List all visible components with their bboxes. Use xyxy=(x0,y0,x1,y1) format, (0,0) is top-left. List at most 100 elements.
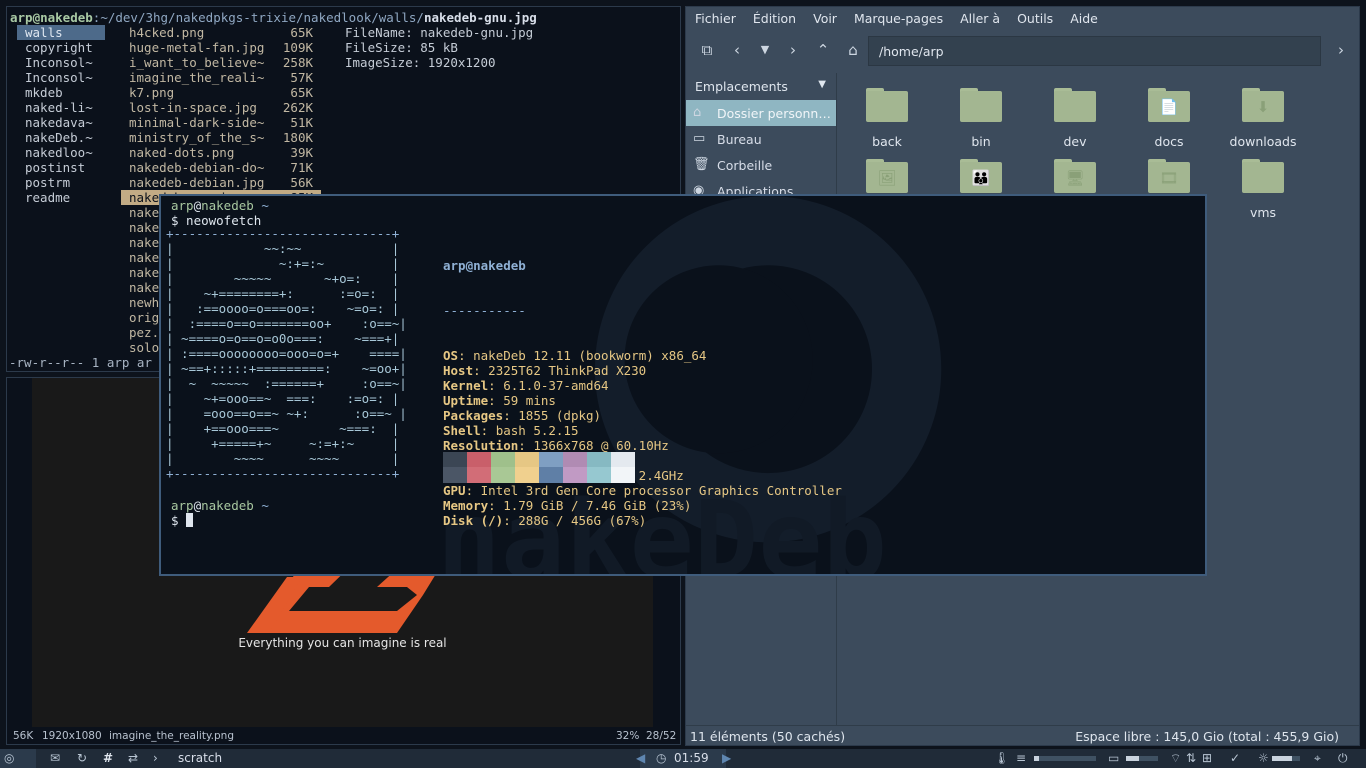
clock-time[interactable]: 01:59 xyxy=(674,750,709,767)
prompt-host: nakedeb xyxy=(201,198,254,213)
sysinfo-colon: : xyxy=(488,378,504,393)
ranger-file-item[interactable]: minimal-dark-side~ 51K xyxy=(121,115,321,130)
ranger-file-item[interactable]: nakedeb-debian.jpg 56K xyxy=(121,175,321,190)
ranger-file-name: nakedeb-debian.jpg xyxy=(129,175,265,190)
sysinfo-colon: : xyxy=(488,498,504,513)
sidebar-item[interactable]: ⌂ Dossier personn… xyxy=(686,100,836,126)
ranger-file-item[interactable]: naked-dots.png 39K xyxy=(121,145,321,160)
clock-icon: ◷ xyxy=(656,751,667,765)
sysinfo-value: bash 5.2.15 xyxy=(495,423,579,438)
menu-item[interactable]: Outils xyxy=(1017,7,1061,31)
ranger-parent-item[interactable]: Inconsol~ xyxy=(17,70,105,85)
ranger-parent-item[interactable]: nakedava~ xyxy=(17,115,105,130)
ranger-file-item[interactable]: i_want_to_believe~ 258K xyxy=(121,55,321,70)
ranger-parent-column[interactable]: walls copyright Inconsol~ Inconsol~ mkdeb nak… xyxy=(17,25,105,205)
sysinfo-key: Shell xyxy=(443,423,481,438)
sysinfo-colon: : xyxy=(480,423,496,438)
sidebar-item[interactable]: 🗑 Corbeille xyxy=(686,152,836,178)
palette-swatch xyxy=(467,467,491,483)
sysinfo-key: Memory xyxy=(443,498,489,513)
go-icon[interactable]: › xyxy=(1330,39,1352,61)
workspace-name[interactable]: scratch xyxy=(178,750,222,767)
menu-item[interactable]: Marque-pages xyxy=(854,7,951,31)
power-icon[interactable]: ⏻ xyxy=(1338,750,1348,767)
prompt-line-1: arp@nakedeb ~ xyxy=(171,198,269,213)
ranger-file-item[interactable]: ministry_of_the_s~ 180K xyxy=(121,130,321,145)
folder-item[interactable]: vms xyxy=(1223,159,1303,220)
forward-icon[interactable]: › xyxy=(782,39,804,61)
folder-emblem-icon: ⬇ xyxy=(1256,98,1270,116)
sysinfo-colon: : xyxy=(465,483,481,498)
brightness-bar[interactable] xyxy=(1272,756,1300,761)
ranger-parent-item[interactable]: walls xyxy=(17,25,105,40)
sysinfo-value: Intel 3rd Gen Core processor Graphics Co… xyxy=(480,483,842,498)
ranger-file-size: 109K xyxy=(282,40,313,55)
folder-item[interactable]: bin xyxy=(941,88,1021,149)
terminal-window[interactable]: nakeDeb arp@nakedeb ~ $ neowofetch +----… xyxy=(159,194,1207,576)
color-palette xyxy=(443,452,635,483)
ranger-parent-item[interactable]: mkdeb xyxy=(17,85,105,100)
ascii-logo: +-----------------------------+ | ~~:~~ |… xyxy=(166,226,407,481)
ranger-parent-item[interactable]: nakeDeb.~ xyxy=(17,130,105,145)
ranger-file-item[interactable]: k7.png 65K xyxy=(121,85,321,100)
ranger-file-name: lost-in-space.jpg xyxy=(129,100,257,115)
folder-item[interactable]: ⬇ downloads xyxy=(1223,88,1303,149)
ranger-file-item[interactable]: imagine_the_reali~ 57K xyxy=(121,70,321,85)
back-icon[interactable]: ‹ xyxy=(726,39,748,61)
ranger-parent-item[interactable]: postinst xyxy=(17,160,105,175)
sidebar-header[interactable]: Emplacements ▼ xyxy=(686,73,836,100)
arrow-right-icon: ▶ xyxy=(722,751,732,765)
folder-item[interactable]: back xyxy=(847,88,927,149)
network-icon[interactable]: ⇅ xyxy=(1186,750,1196,767)
ascii-line: | :====oooooooo=ooo=o=+ ====| xyxy=(166,346,407,361)
menu-item[interactable]: Aller à xyxy=(960,7,1008,31)
shuffle-icon[interactable]: ⇄ xyxy=(128,750,138,767)
check-icon[interactable]: ✓ xyxy=(1230,750,1240,767)
mail-icon[interactable]: ✉ xyxy=(50,750,60,767)
ranger-parent-item[interactable]: Inconsol~ xyxy=(17,55,105,70)
ranger-file-size: 71K xyxy=(290,160,313,175)
sidebar-item-label: Bureau xyxy=(717,132,762,147)
sysinfo-key: Disk (/) xyxy=(443,513,504,528)
sysinfo-value: 1855 (dpkg) xyxy=(518,408,602,423)
viewer-status-dims: 1920x1080 xyxy=(42,730,102,742)
ranger-parent-item[interactable]: copyright xyxy=(17,40,105,55)
home-icon[interactable]: ⌂ xyxy=(842,39,864,61)
ranger-file-item[interactable]: h4cked.png 65K xyxy=(121,25,321,40)
menu-item[interactable]: Voir xyxy=(813,7,845,31)
sysinfo-value: 1.79 GiB / 7.46 GiB (23%) xyxy=(503,498,692,513)
folder-item[interactable]: dev xyxy=(1035,88,1115,149)
refresh-icon[interactable]: ↻ xyxy=(77,750,87,767)
brightness-icon[interactable]: ☼ xyxy=(1258,750,1269,767)
sidebar-item[interactable]: ▭ Bureau xyxy=(686,126,836,152)
folder-item[interactable]: 📄 docs xyxy=(1129,88,1209,149)
folder-body xyxy=(1054,91,1096,122)
hash-icon[interactable]: # xyxy=(103,750,113,767)
location-bar[interactable]: /home/arp xyxy=(868,36,1321,66)
prompt-dir: ~ xyxy=(261,498,269,513)
debian-swirl-icon[interactable]: ◎ xyxy=(4,750,14,767)
menu-item[interactable]: Édition xyxy=(753,7,804,31)
folder-icon: 👪 xyxy=(960,159,1002,193)
ranger-file-item[interactable]: nakedeb-debian-do~ 71K xyxy=(121,160,321,175)
input-line[interactable]: $ xyxy=(171,513,194,528)
menu-item[interactable]: Aide xyxy=(1070,7,1106,31)
menu-item[interactable]: Fichier xyxy=(695,7,744,31)
ranger-file-size: 262K xyxy=(282,100,313,115)
parent-folder-icon[interactable]: ⌃ xyxy=(812,39,834,61)
viewer-status-zoom: 32% xyxy=(616,730,640,742)
ranger-parent-item[interactable]: naked-li~ xyxy=(17,100,105,115)
history-dropdown-icon[interactable]: ▼ xyxy=(754,39,776,61)
ranger-file-item[interactable]: lost-in-space.jpg 262K xyxy=(121,100,321,115)
sysinfo-colon: : xyxy=(488,393,504,408)
network-tree-icon[interactable]: ⊞ xyxy=(1202,750,1212,767)
location-pin-icon[interactable]: ⌖ xyxy=(1314,750,1321,767)
ranger-file-size: 65K xyxy=(290,25,313,40)
wifi-icon[interactable]: ⌔ xyxy=(1170,750,1181,767)
ranger-file-item[interactable]: huge-metal-fan.jpg 109K xyxy=(121,40,321,55)
folder-label: downloads xyxy=(1229,134,1297,149)
ranger-parent-item[interactable]: nakedloo~ xyxy=(17,145,105,160)
ranger-parent-item[interactable]: postrm xyxy=(17,175,105,190)
new-tab-icon[interactable]: ⧉ xyxy=(696,39,718,61)
ranger-parent-item[interactable]: readme xyxy=(17,190,105,205)
